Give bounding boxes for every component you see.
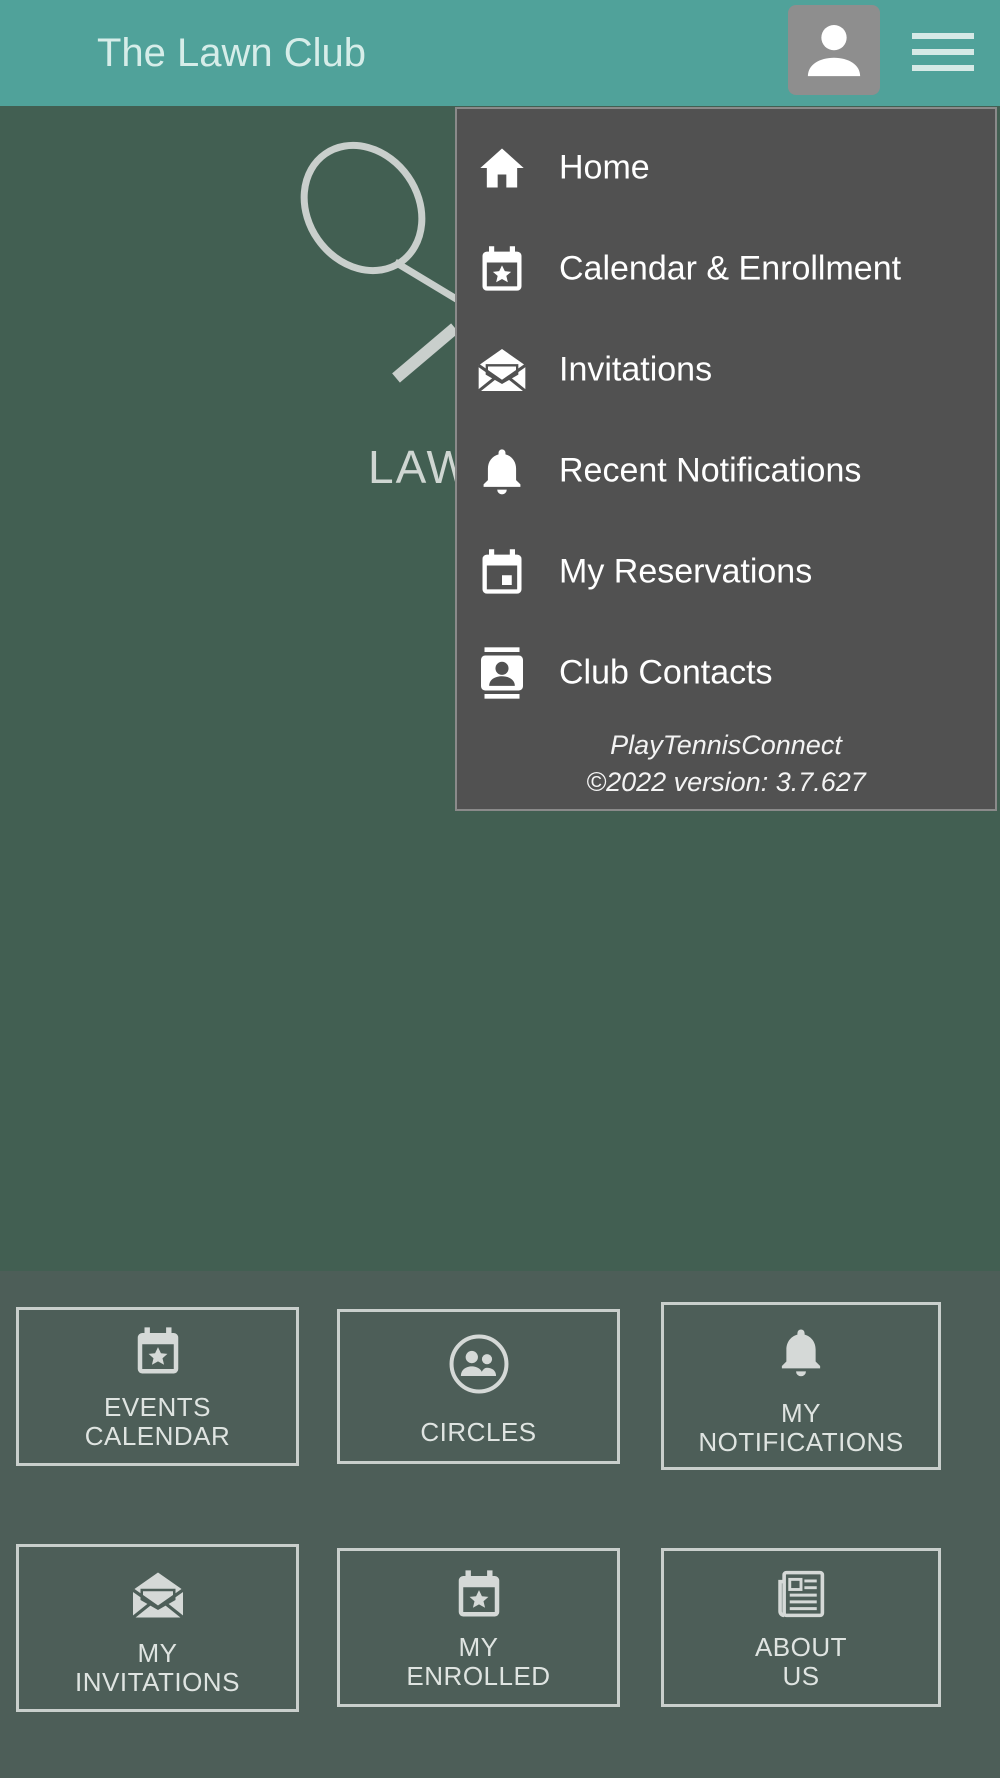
tile-label-line1: MY [137,1638,178,1668]
tile-label-line1: EVENTS [103,1392,212,1422]
tile-events-calendar[interactable]: EVENTS CALENDAR [16,1307,299,1466]
hamburger-icon[interactable] [912,30,974,74]
newspaper-icon [778,1570,825,1618]
calendar-star-icon [458,1570,499,1617]
menu-item-label: Calendar & Enrollment [559,249,902,287]
tile-label-line2: INVITATIONS [75,1667,240,1697]
tile-label-line1: CIRCLES [420,1417,537,1447]
version-text: ©2022 version: 3.7.627 [586,767,866,797]
tile-label-line2: NOTIFICATIONS [698,1427,904,1457]
group-icon [449,1334,508,1394]
tile-circles[interactable]: CIRCLES [337,1309,620,1464]
profile-button[interactable] [788,5,880,95]
menu-item-invitations[interactable]: Invitations [457,319,995,420]
menu-item-label: My Reservations [559,552,813,590]
tile-label-line1: ABOUT [754,1632,848,1662]
calendar-star-icon [482,246,522,291]
calendar-event-icon [482,549,522,594]
menu-item-label: Home [559,148,650,186]
menu-item-label: Club Contacts [559,653,773,691]
person-icon [807,24,861,77]
tile-about-us[interactable]: ABOUT US [661,1548,941,1707]
tile-my-invitations[interactable]: MY INVITATIONS [16,1544,299,1712]
tile-my-notifications[interactable]: MY NOTIFICATIONS [661,1302,941,1470]
menu-item-label: Invitations [559,350,713,388]
open-envelope-icon [131,1572,184,1619]
menu-item-calendar-enrollment[interactable]: Calendar & Enrollment [457,218,995,319]
calendar-star-icon [137,1327,178,1374]
menu-item-label: Recent Notifications [559,451,862,489]
tile-label-line2: US [782,1661,820,1691]
app-title: The Lawn Club [97,31,367,75]
tile-label-line1: MY [458,1632,499,1662]
menu-item-my-reservations[interactable]: My Reservations [457,521,995,622]
menu-footer: PlayTennisConnect ©2022 version: 3.7.627 [457,727,995,801]
tile-my-enrolled[interactable]: MY ENROLLED [337,1548,620,1707]
menu-item-home[interactable]: Home [457,117,995,218]
home-icon [480,148,524,188]
menu-item-recent-notifications[interactable]: Recent Notifications [457,420,995,521]
tile-label-line2: ENROLLED [406,1661,551,1691]
tile-label-line2: CALENDAR [84,1421,231,1451]
tile-label-line1: MY [781,1398,821,1428]
open-envelope-icon [477,349,527,393]
nav-dropdown-menu: Home Calendar & Enrollment Invitations R… [455,107,997,811]
app-header: The Lawn Club [0,0,1000,106]
bell-icon [781,1329,821,1377]
bell-icon [483,449,521,495]
menu-item-club-contacts[interactable]: Club Contacts [457,622,995,723]
app-name-text: PlayTennisConnect [610,730,842,760]
contact-card-icon [481,647,523,699]
